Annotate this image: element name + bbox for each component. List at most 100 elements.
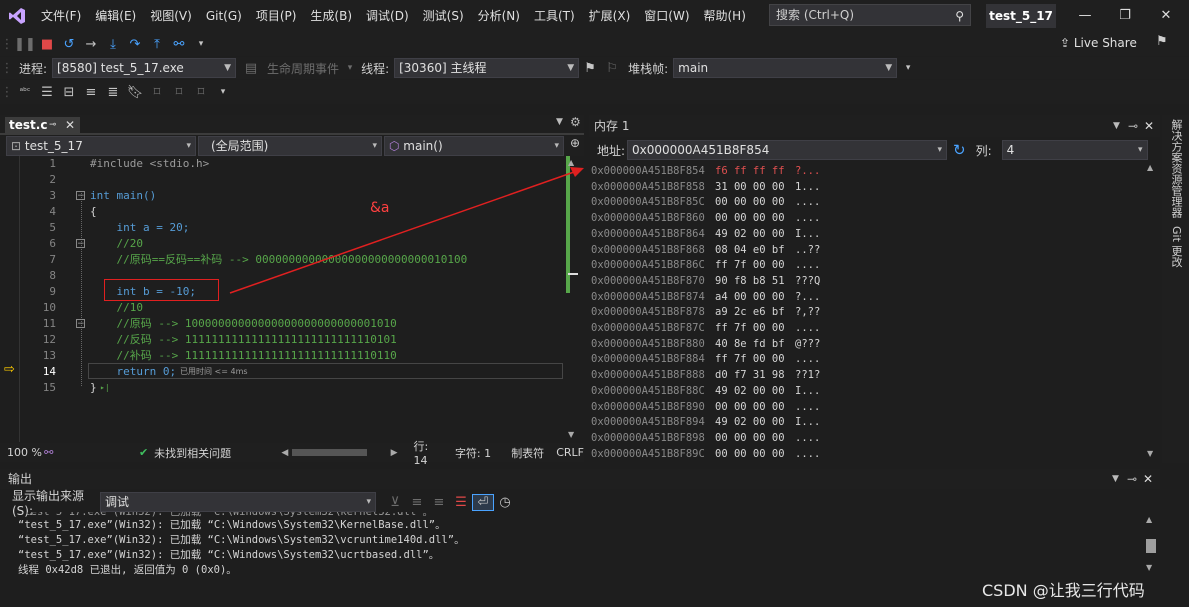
memory-address: 0x000000A451B8F884 xyxy=(591,353,705,366)
git-changes-tab[interactable]: Git 更改 xyxy=(1162,222,1184,271)
memory-ascii: @??? xyxy=(795,337,821,350)
memory-row[interactable]: 0x000000A451B8F88C 49 02 00 00 I... xyxy=(591,384,820,400)
memory-row[interactable]: 0x000000A451B8F878 a9 2c e6 bf?,?? xyxy=(591,305,820,321)
memory-bytes[interactable]: 90 f8 b8 51 xyxy=(715,274,785,289)
memory-bytes[interactable]: ff 7f 00 00 xyxy=(715,321,785,336)
memory-ascii: I... xyxy=(795,384,821,397)
char-indicator[interactable]: 字符: 1 xyxy=(445,445,501,461)
memory-bytes[interactable]: f6 ff ff ff xyxy=(715,164,785,179)
memory-ascii: ?... xyxy=(795,290,821,303)
memory-bytes[interactable]: 00 00 00 00 xyxy=(715,431,785,446)
memory-row[interactable]: 0x000000A451B8F86C ff 7f 00 00.... xyxy=(591,258,820,274)
memory-row[interactable]: 0x000000A451B8F888 d0 f7 31 98 ??1? xyxy=(591,368,820,384)
output-vertical-scrollbar[interactable]: ▲ ▼ xyxy=(1144,513,1158,603)
scroll-up-icon[interactable]: ▲ xyxy=(1147,163,1153,172)
memory-address: 0x000000A451B8F89C xyxy=(591,447,705,460)
memory-bytes[interactable]: ff 7f 00 00 xyxy=(715,258,785,273)
memory-bytes[interactable]: 00 00 00 00 xyxy=(715,195,785,210)
close-icon[interactable]: ✕ xyxy=(1143,469,1153,489)
memory-bytes[interactable]: ff 7f 00 00 xyxy=(715,352,785,367)
output-title-label: 输出 xyxy=(8,472,33,486)
memory-window: 内存 1 ▼ ⊸ ✕ 地址: 0x000000A451B8F854 ▾ ↻ 列: … xyxy=(589,115,1160,463)
chevron-down-icon: ▾ xyxy=(1138,145,1143,155)
memory-ascii: .... xyxy=(795,400,821,413)
scroll-left-icon[interactable]: ◀ xyxy=(281,448,288,458)
address-input[interactable]: 0x000000A451B8F854 ▾ xyxy=(627,140,947,160)
prev-message-icon[interactable]: ≡ xyxy=(406,495,428,510)
output-source-value: 调试 xyxy=(105,495,130,509)
clear-all-icon[interactable]: ☰ xyxy=(450,495,472,510)
memory-row[interactable]: 0x000000A451B8F864 49 02 00 00 I... xyxy=(591,227,820,243)
close-icon[interactable]: ✕ xyxy=(1144,115,1154,137)
memory-bytes[interactable]: d0 f7 31 98 xyxy=(715,368,785,383)
memory-row[interactable]: 0x000000A451B8F890 00 00 00 00.... xyxy=(591,400,820,416)
memory-bytes[interactable]: 08 04 e0 bf xyxy=(715,243,785,258)
memory-row[interactable]: 0x000000A451B8F85C 00 00 00 00.... xyxy=(591,195,820,211)
refresh-icon[interactable]: ↻ xyxy=(947,141,966,159)
memory-address: 0x000000A451B8F870 xyxy=(591,274,705,287)
memory-address: 0x000000A451B8F854 xyxy=(591,165,705,177)
intellicode-icon[interactable]: ⚯ xyxy=(44,446,69,459)
pin-icon[interactable]: ⊸ xyxy=(1127,469,1137,489)
memory-bytes[interactable]: 00 00 00 00 xyxy=(715,400,785,415)
address-label: 地址: xyxy=(597,143,626,158)
memory-bytes[interactable]: 00 00 00 00 xyxy=(715,211,785,226)
memory-address: 0x000000A451B8F874 xyxy=(591,290,705,303)
memory-bytes[interactable]: 49 02 00 00 xyxy=(715,384,785,399)
memory-address: 0x000000A451B8F860 xyxy=(591,212,705,225)
window-menu-dropdown-icon[interactable]: ▼ xyxy=(1113,115,1120,137)
no-issues-icon: ✔ xyxy=(138,446,149,459)
memory-row[interactable]: 0x000000A451B8F870 90 f8 b8 51 ???Q xyxy=(591,274,820,290)
memory-address: 0x000000A451B8F898 xyxy=(591,431,705,444)
word-wrap-icon[interactable]: ⏎ xyxy=(472,493,494,511)
memory-row[interactable]: 0x000000A451B8F858 31 00 00 00 1... xyxy=(591,180,820,196)
memory-bytes[interactable]: a9 2c e6 bf xyxy=(715,305,785,320)
memory-address: 0x000000A451B8F88C xyxy=(591,384,705,397)
memory-address: 0x000000A451B8F858 xyxy=(591,180,705,193)
memory-row[interactable]: 0x000000A451B8F854 f6 ff ff ff?... xyxy=(591,164,820,180)
issues-status[interactable]: 未找到相关问题 xyxy=(148,445,281,461)
pin-icon[interactable]: ⊸ xyxy=(1128,115,1138,137)
window-menu-dropdown-icon[interactable]: ▼ xyxy=(1112,469,1119,489)
memory-grid[interactable]: 0x000000A451B8F854 f6 ff ff ff?... 0x00000… xyxy=(589,161,1144,461)
horizontal-scroll-thumb[interactable] xyxy=(292,449,367,456)
output-line: “test_5_17.exe”(Win32): 已加载 “C:\Windows\… xyxy=(18,534,465,546)
memory-ascii: .... xyxy=(795,212,821,225)
memory-row[interactable]: 0x000000A451B8F868 08 04 e0 bf..?? xyxy=(591,243,820,259)
scroll-down-icon[interactable]: ▼ xyxy=(1146,563,1152,572)
memory-row[interactable]: 0x000000A451B8F860 00 00 00 00.... xyxy=(591,211,820,227)
scroll-thumb[interactable] xyxy=(1146,539,1156,553)
scroll-down-icon[interactable]: ▼ xyxy=(1147,449,1153,458)
tabs-indicator[interactable]: 制表符 xyxy=(501,445,544,461)
timestamps-icon[interactable]: ◷ xyxy=(494,495,516,510)
columns-select[interactable]: 4 ▾ xyxy=(1001,140,1148,160)
memory-bytes[interactable]: 00 00 00 00 xyxy=(715,447,785,462)
memory-bytes[interactable]: 40 8e fd bf xyxy=(715,337,785,352)
memory-row[interactable]: 0x000000A451B8F898 00 00 00 00.... xyxy=(591,431,820,447)
memory-row[interactable]: 0x000000A451B8F874 a4 00 00 00?... xyxy=(591,290,820,306)
memory-row[interactable]: 0x000000A451B8F884 ff 7f 00 00.... xyxy=(591,352,820,368)
memory-row[interactable]: 0x000000A451B8F894 49 02 00 00 I... xyxy=(591,415,820,431)
memory-ascii: .... xyxy=(795,431,821,444)
memory-bytes[interactable]: a4 00 00 00 xyxy=(715,290,785,305)
line-indicator[interactable]: 行: 14 xyxy=(398,438,445,467)
memory-row[interactable]: 0x000000A451B8F880 40 8e fd bf @??? xyxy=(591,337,820,353)
memory-bytes[interactable]: 49 02 00 00 xyxy=(715,415,785,430)
memory-address: 0x000000A451B8F890 xyxy=(591,400,705,413)
output-source-select[interactable]: 调试 ▾ xyxy=(100,492,376,512)
scroll-right-icon[interactable]: ▶ xyxy=(371,448,398,458)
memory-bytes[interactable]: 31 00 00 00 xyxy=(715,180,785,195)
memory-window-title: 内存 1 ▼ ⊸ ✕ xyxy=(589,115,1160,137)
memory-row[interactable]: 0x000000A451B8F89C 00 00 00 00.... xyxy=(591,447,820,463)
output-line: “test_5_17.exe”(Win32): 已加载 “C:\Windows\… xyxy=(18,519,446,531)
zoom-level[interactable]: 100 % xyxy=(0,446,44,459)
find-message-icon[interactable]: ⊻ xyxy=(384,495,406,510)
eol-indicator[interactable]: CRLF xyxy=(544,446,584,459)
memory-vertical-scrollbar[interactable]: ▲ ▼ xyxy=(1146,161,1158,461)
memory-bytes[interactable]: 49 02 00 00 xyxy=(715,227,785,242)
memory-ascii: ?... xyxy=(795,165,821,177)
memory-row[interactable]: 0x000000A451B8F87C ff 7f 00 00.... xyxy=(591,321,820,337)
solution-explorer-tab[interactable]: 解决方案资源管理器 xyxy=(1162,115,1184,222)
next-message-icon[interactable]: ≡ xyxy=(428,495,450,510)
scroll-up-icon[interactable]: ▲ xyxy=(1146,515,1152,524)
